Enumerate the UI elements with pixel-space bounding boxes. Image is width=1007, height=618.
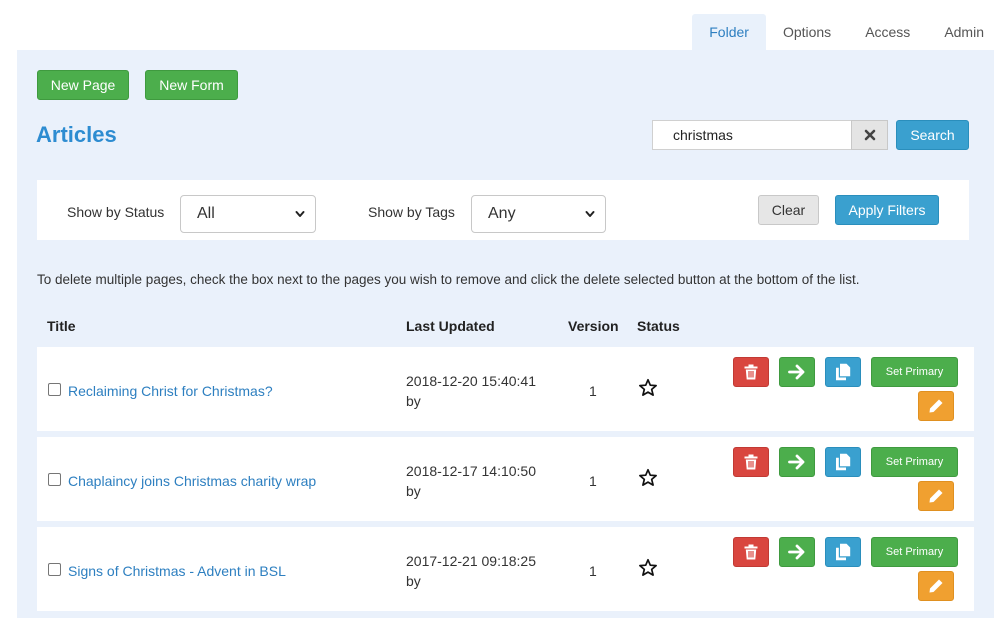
row-last-updated: 2018-12-20 15:40:41 bbox=[406, 373, 536, 389]
row-author: by bbox=[406, 393, 421, 409]
edit-button[interactable] bbox=[918, 481, 954, 511]
copy-icon bbox=[836, 363, 851, 381]
table-row: Chaplaincy joins Christmas charity wrap … bbox=[37, 437, 974, 521]
tags-select[interactable]: Any bbox=[471, 195, 606, 233]
copy-button[interactable] bbox=[825, 357, 861, 387]
status-filter-label: Show by Status bbox=[67, 204, 165, 220]
arrow-right-icon bbox=[788, 454, 805, 470]
chevron-down-icon bbox=[585, 211, 595, 217]
row-checkbox[interactable] bbox=[48, 473, 61, 486]
pencil-icon bbox=[929, 489, 943, 503]
copy-button[interactable] bbox=[825, 537, 861, 567]
row-title-link[interactable]: Signs of Christmas - Advent in BSL bbox=[68, 563, 286, 579]
delete-button[interactable] bbox=[733, 537, 769, 567]
search-button[interactable]: Search bbox=[896, 120, 969, 150]
row-last-updated: 2018-12-17 14:10:50 bbox=[406, 463, 536, 479]
row-checkbox[interactable] bbox=[48, 383, 61, 396]
set-primary-button[interactable]: Set Primary bbox=[871, 447, 958, 477]
pencil-icon bbox=[929, 399, 943, 413]
tab-folder[interactable]: Folder bbox=[692, 14, 766, 50]
row-author: by bbox=[406, 483, 421, 499]
copy-icon bbox=[836, 453, 851, 471]
clear-filters-button[interactable]: Clear bbox=[758, 195, 819, 225]
row-version: 1 bbox=[589, 383, 597, 399]
arrow-right-icon bbox=[788, 364, 805, 380]
arrow-right-icon bbox=[788, 544, 805, 560]
tab-access[interactable]: Access bbox=[848, 14, 927, 50]
filter-bar: Show by Status All Show by Tags Any Clea… bbox=[37, 180, 969, 240]
new-form-button[interactable]: New Form bbox=[145, 70, 238, 100]
tab-bar: Folder Options Access Admin bbox=[692, 14, 1001, 50]
tab-options[interactable]: Options bbox=[766, 14, 848, 50]
delete-hint: To delete multiple pages, check the box … bbox=[37, 272, 860, 287]
column-header-status: Status bbox=[637, 318, 680, 334]
status-select[interactable]: All bbox=[180, 195, 316, 233]
page-title: Articles bbox=[36, 122, 117, 147]
open-button[interactable] bbox=[779, 447, 815, 477]
tags-filter-label: Show by Tags bbox=[368, 204, 455, 220]
row-author: by bbox=[406, 573, 421, 589]
copy-icon bbox=[836, 543, 851, 561]
folder-panel: New Page New Form Articles Search Show b… bbox=[17, 50, 994, 618]
row-checkbox[interactable] bbox=[48, 563, 61, 576]
tags-select-value: Any bbox=[488, 205, 516, 222]
set-primary-button[interactable]: Set Primary bbox=[871, 537, 958, 567]
search-clear-button[interactable] bbox=[851, 120, 888, 150]
star-icon[interactable] bbox=[638, 378, 658, 398]
tab-admin[interactable]: Admin bbox=[927, 14, 1001, 50]
copy-button[interactable] bbox=[825, 447, 861, 477]
star-icon[interactable] bbox=[638, 468, 658, 488]
table-row: Reclaiming Christ for Christmas? 2018-12… bbox=[37, 347, 974, 431]
trash-icon bbox=[744, 364, 758, 380]
row-title-link[interactable]: Chaplaincy joins Christmas charity wrap bbox=[68, 473, 316, 489]
trash-icon bbox=[744, 454, 758, 470]
edit-button[interactable] bbox=[918, 571, 954, 601]
delete-button[interactable] bbox=[733, 447, 769, 477]
open-button[interactable] bbox=[779, 537, 815, 567]
column-header-last-updated: Last Updated bbox=[406, 318, 495, 334]
chevron-down-icon bbox=[295, 211, 305, 217]
edit-button[interactable] bbox=[918, 391, 954, 421]
pencil-icon bbox=[929, 579, 943, 593]
set-primary-button[interactable]: Set Primary bbox=[871, 357, 958, 387]
column-header-version: Version bbox=[568, 318, 619, 334]
open-button[interactable] bbox=[779, 357, 815, 387]
close-icon bbox=[864, 129, 875, 141]
row-version: 1 bbox=[589, 563, 597, 579]
row-last-updated: 2017-12-21 09:18:25 bbox=[406, 553, 536, 569]
status-select-value: All bbox=[197, 205, 215, 222]
row-version: 1 bbox=[589, 473, 597, 489]
new-page-button[interactable]: New Page bbox=[37, 70, 129, 100]
delete-button[interactable] bbox=[733, 357, 769, 387]
table-row: Signs of Christmas - Advent in BSL 2017-… bbox=[37, 527, 974, 611]
row-title-link[interactable]: Reclaiming Christ for Christmas? bbox=[68, 383, 273, 399]
apply-filters-button[interactable]: Apply Filters bbox=[835, 195, 939, 225]
trash-icon bbox=[744, 544, 758, 560]
column-header-title: Title bbox=[47, 318, 76, 334]
search-input[interactable] bbox=[652, 120, 852, 150]
star-icon[interactable] bbox=[638, 558, 658, 578]
